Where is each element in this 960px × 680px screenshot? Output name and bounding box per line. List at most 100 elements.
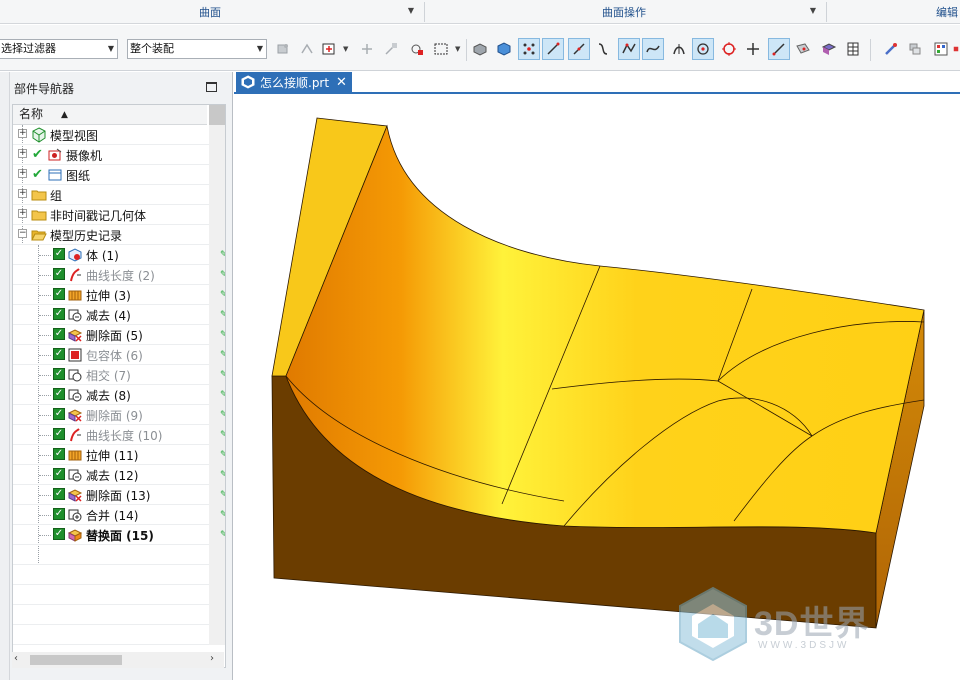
line-snap-icon[interactable] bbox=[542, 38, 564, 60]
expand-icon[interactable]: + bbox=[18, 169, 27, 178]
face-rule-icon[interactable] bbox=[272, 38, 294, 60]
history-feature-row[interactable]: ✓ 合并 (14) ✎ bbox=[13, 505, 225, 525]
suppress-checkbox[interactable]: ✓ bbox=[53, 368, 65, 380]
layer-icon[interactable] bbox=[904, 38, 926, 60]
history-feature-row[interactable]: ✓ 删除面 (5) ✎ bbox=[13, 325, 225, 345]
suppress-checkbox[interactable]: ✓ bbox=[53, 388, 65, 400]
expand-icon[interactable]: + bbox=[18, 189, 27, 198]
surface-point-icon[interactable] bbox=[792, 38, 814, 60]
chevron-down-icon[interactable]: ▼ bbox=[455, 45, 460, 53]
close-icon[interactable]: ✕ bbox=[336, 72, 347, 94]
scroll-left-icon[interactable]: ‹ bbox=[14, 653, 18, 664]
history-feature-row[interactable]: ✓ 拉伸 (11) ✎ bbox=[13, 445, 225, 465]
vertex-icon[interactable] bbox=[406, 38, 428, 60]
control-point-icon[interactable] bbox=[518, 38, 540, 60]
vertical-scroll-thumb[interactable] bbox=[209, 105, 225, 125]
history-feature-row[interactable]: ✓ 减去 (4) ✎ bbox=[13, 305, 225, 325]
polyline-icon[interactable] bbox=[618, 38, 640, 60]
ribbon-group-surface-ops[interactable]: 曲面操作 ▼ bbox=[426, 0, 822, 24]
suppress-checkbox[interactable]: ✓ bbox=[53, 448, 65, 460]
ribbon-group-edit[interactable]: 编辑 bbox=[880, 0, 960, 24]
suppress-checkbox[interactable]: ✓ bbox=[53, 308, 65, 320]
table-icon[interactable] bbox=[930, 38, 952, 60]
suppress-checkbox[interactable]: ✓ bbox=[53, 528, 65, 540]
center-point-icon[interactable] bbox=[692, 38, 714, 60]
graphics-window[interactable]: 3D世界 WWW.3DSJW bbox=[234, 96, 960, 680]
tree-guide-line bbox=[39, 355, 51, 356]
expand-icon[interactable]: + bbox=[18, 129, 27, 138]
history-feature-row[interactable]: ✓ 包容体 (6) ✎ bbox=[13, 345, 225, 365]
tree-node-model-history[interactable]: − 模型历史记录 bbox=[13, 225, 209, 245]
end-point-icon[interactable] bbox=[768, 38, 790, 60]
ribbon-group-label: 曲面操作 bbox=[602, 6, 646, 19]
view-icon[interactable] bbox=[818, 38, 840, 60]
solid-icon[interactable] bbox=[493, 38, 515, 60]
document-tab[interactable]: 怎么接顺.prt ✕ bbox=[236, 72, 352, 94]
expand-icon[interactable]: + bbox=[18, 209, 27, 218]
grid-icon[interactable] bbox=[842, 38, 864, 60]
pen-icon[interactable] bbox=[880, 38, 902, 60]
intersection-icon[interactable] bbox=[668, 38, 690, 60]
scroll-right-icon[interactable]: › bbox=[210, 653, 214, 664]
history-feature-label: 删除面 (5) bbox=[86, 329, 143, 343]
suppress-checkbox[interactable]: ✓ bbox=[53, 428, 65, 440]
history-feature-row[interactable]: ✓ 替换面 (15) ✎ bbox=[13, 525, 225, 545]
history-feature-row[interactable]: ✓ 减去 (8) ✎ bbox=[13, 385, 225, 405]
suppress-checkbox[interactable]: ✓ bbox=[53, 248, 65, 260]
up-to-date-icon: ✎ bbox=[220, 490, 225, 500]
column-header-name[interactable]: 名称 ▲ bbox=[13, 105, 207, 125]
scope-select[interactable]: 整个装配 ▼ bbox=[127, 39, 267, 59]
maximize-icon[interactable] bbox=[206, 82, 217, 92]
tree-node-non-timestamp[interactable]: + 非时间戳记几何体 bbox=[13, 205, 209, 225]
extrude-icon bbox=[68, 290, 82, 301]
folder-icon bbox=[31, 190, 47, 201]
horizontal-scrollbar[interactable]: ‹ › bbox=[12, 652, 224, 668]
extrude-icon bbox=[68, 450, 82, 461]
history-feature-row[interactable]: ✓ 删除面 (9) ✎ bbox=[13, 405, 225, 425]
history-feature-row[interactable]: ✓ 曲线长度 (2) ✎ bbox=[13, 265, 225, 285]
curve-icon[interactable] bbox=[592, 38, 614, 60]
edge-icon[interactable] bbox=[380, 38, 402, 60]
suppress-checkbox[interactable]: ✓ bbox=[53, 408, 65, 420]
tree-node-groups[interactable]: + 组 bbox=[13, 185, 209, 205]
ribbon-group-surface[interactable]: 曲面 ▼ bbox=[0, 0, 420, 24]
tree-node-model-views[interactable]: + 模型视图 bbox=[13, 125, 209, 145]
collapse-icon[interactable]: − bbox=[18, 229, 27, 238]
snap-icon[interactable] bbox=[296, 38, 318, 60]
navigator-title: 部件导航器 bbox=[14, 82, 75, 96]
history-feature-row[interactable]: ✓ 拉伸 (3) ✎ bbox=[13, 285, 225, 305]
history-feature-row[interactable]: ✓ 相交 (7) ✎ bbox=[13, 365, 225, 385]
point-icon[interactable] bbox=[356, 38, 378, 60]
chevron-down-icon[interactable]: ▼ bbox=[408, 6, 414, 15]
history-feature-row[interactable]: ✓ 删除面 (13) ✎ bbox=[13, 485, 225, 505]
suppress-checkbox[interactable]: ✓ bbox=[53, 488, 65, 500]
suppress-checkbox[interactable]: ✓ bbox=[53, 348, 65, 360]
filter-select[interactable]: 选择过滤器 ▼ bbox=[0, 39, 118, 59]
chevron-down-icon[interactable]: ▼ bbox=[810, 6, 816, 15]
suppress-checkbox[interactable]: ✓ bbox=[53, 508, 65, 520]
history-feature-row[interactable]: ✓ 曲线长度 (10) ✎ bbox=[13, 425, 225, 445]
expand-icon[interactable]: + bbox=[18, 149, 27, 158]
tangent-icon[interactable] bbox=[568, 38, 590, 60]
watermark-subtext: WWW.3DSJW bbox=[758, 640, 850, 651]
spline-icon[interactable] bbox=[642, 38, 664, 60]
chevron-down-icon[interactable]: ▼ bbox=[343, 45, 348, 53]
suppress-checkbox[interactable]: ✓ bbox=[53, 288, 65, 300]
suppress-checkbox[interactable]: ✓ bbox=[53, 468, 65, 480]
tree-node-drawings[interactable]: + ✔ 图纸 bbox=[13, 165, 209, 185]
tree-node-cameras[interactable]: + ✔ 摄像机 bbox=[13, 145, 209, 165]
color-icon[interactable] bbox=[952, 38, 960, 60]
tree-node-label: 摄像机 bbox=[66, 149, 103, 163]
body-icon[interactable] bbox=[469, 38, 491, 60]
crosshair-icon[interactable] bbox=[742, 38, 764, 60]
circle-point-icon[interactable] bbox=[718, 38, 740, 60]
suppress-checkbox[interactable]: ✓ bbox=[53, 328, 65, 340]
suppress-checkbox[interactable]: ✓ bbox=[53, 268, 65, 280]
history-feature-row[interactable]: ✓ 减去 (12) ✎ bbox=[13, 465, 225, 485]
rectangle-select-icon[interactable] bbox=[430, 38, 452, 60]
history-feature-row[interactable]: ✓ 体 (1) ✎ bbox=[13, 245, 225, 265]
horizontal-scroll-thumb[interactable] bbox=[30, 655, 122, 665]
up-to-date-icon: ✎ bbox=[220, 450, 225, 460]
select-box-icon[interactable] bbox=[318, 38, 340, 60]
navigator-tree[interactable]: 名称 ▲ + 模型视图 + ✔ 摄像机 + ✔ 图纸 + 组 + 非时间戳记几何… bbox=[12, 104, 226, 668]
